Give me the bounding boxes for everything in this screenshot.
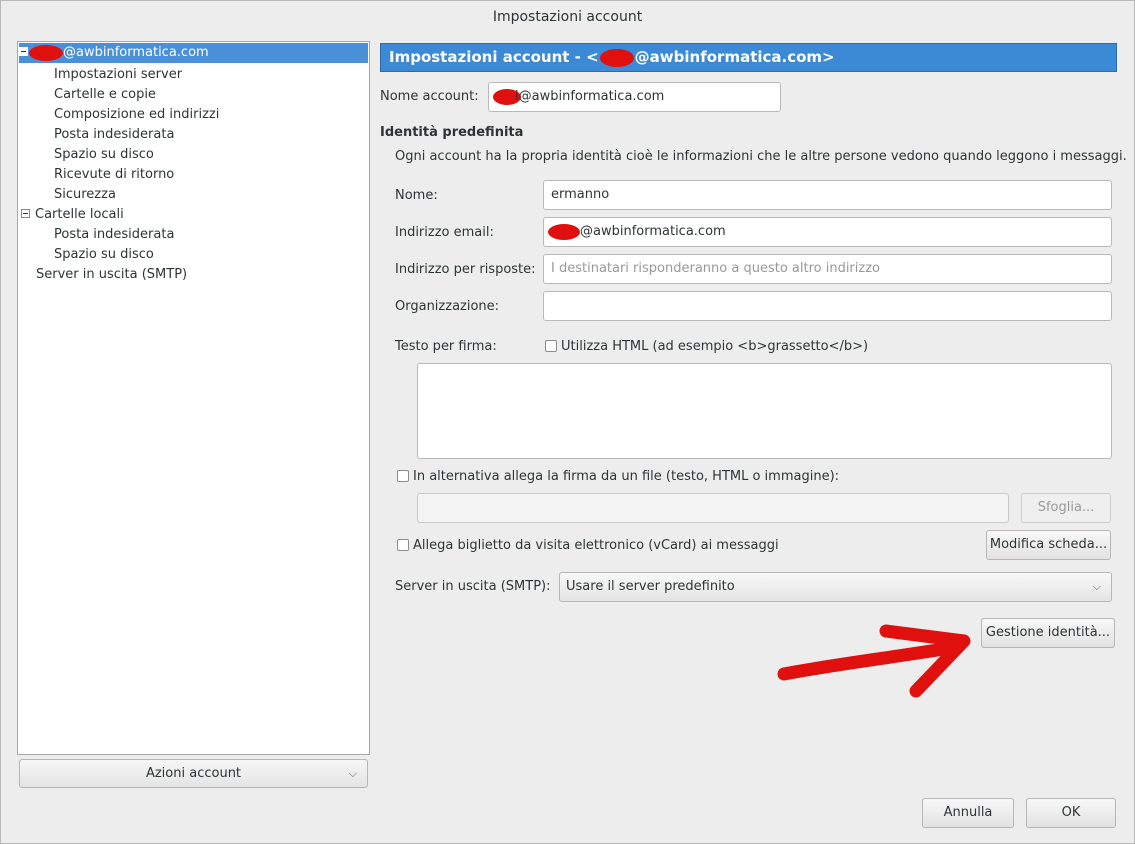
edit-card-button[interactable]: Modifica scheda... [986,530,1111,560]
account-tree[interactable]: @awbinformatica.com Impostazioni server … [17,41,370,755]
account-name-value: i@awbinformatica.com [515,89,665,104]
ok-button[interactable]: OK [1026,798,1116,828]
redaction-mark [548,223,580,240]
tree-item-local-folders-label: Cartelle locali [35,207,124,222]
email-label: Indirizzo email: [395,225,494,240]
redaction-mark [29,44,63,61]
tree-item-account[interactable]: @awbinformatica.com [19,43,368,63]
tree-item-smtp[interactable]: Server in uscita (SMTP) [36,265,187,285]
browse-button[interactable]: Sfoglia... [1021,493,1111,523]
tree-item-security[interactable]: Sicurezza [54,185,116,205]
header-suffix: @awbinformatica.com> [634,48,835,66]
account-name-label: Nome account: [380,89,479,104]
organization-input[interactable] [543,291,1112,321]
use-html-checkbox[interactable]: Utilizza HTML (ad esempio <b>grassetto</… [545,339,868,354]
attach-signature-label: In alternativa allega la firma da un fil… [413,469,840,484]
collapse-icon[interactable] [21,209,30,218]
email-value: @awbinformatica.com [580,224,726,239]
account-actions-label: Azioni account [145,766,242,781]
signature-textarea[interactable] [417,363,1112,459]
account-settings-window: Impostazioni account @awbinformatica.com… [0,0,1135,844]
tree-item-return-receipts[interactable]: Ricevute di ritorno [54,165,174,185]
checkbox-icon[interactable] [397,469,409,482]
attach-signature-checkbox[interactable]: In alternativa allega la firma da un fil… [397,469,839,484]
smtp-label: Server in uscita (SMTP): [395,579,551,594]
identity-heading: Identità predefinita [380,125,524,140]
reply-to-input[interactable]: I destinatari risponderanno a questo alt… [543,254,1112,284]
tree-item-local-folders[interactable]: Cartelle locali [21,205,124,225]
tree-item-composition[interactable]: Composizione ed indirizzi [54,105,219,125]
reply-to-label: Indirizzo per risposte: [395,262,536,277]
collapse-icon[interactable] [19,47,28,56]
identity-description: Ogni account ha la propria identità cioè… [395,149,1127,164]
tree-item-folders-copies[interactable]: Cartelle e copie [54,85,156,105]
tree-item-disk-space[interactable]: Spazio su disco [54,145,154,165]
tree-item-junk[interactable]: Posta indesiderata [54,125,174,145]
smtp-select-value: Usare il server predefinito [566,579,735,594]
chevron-down-icon: ⌵ [348,767,357,780]
tree-item-local-disk-space[interactable]: Spazio su disco [54,245,154,265]
header-prefix: Impostazioni account - < [389,48,599,66]
tree-item-local-junk[interactable]: Posta indesiderata [54,225,174,245]
redaction-mark [599,48,634,67]
tree-item-account-label: @awbinformatica.com [63,45,209,60]
page-title: Impostazioni account - < @awbinformatica.… [380,43,1117,72]
manage-identities-button[interactable]: Gestione identità... [981,618,1115,648]
red-arrow [777,624,971,698]
account-actions-button[interactable]: Azioni account ⌵ [19,759,368,788]
tree-item-server-settings[interactable]: Impostazioni server [54,65,182,85]
account-name-input[interactable]: i@awbinformatica.com [488,82,781,112]
name-label: Nome: [395,188,438,203]
organization-label: Organizzazione: [395,299,500,314]
smtp-select[interactable]: Usare il server predefinito ⌵ [559,572,1112,602]
window-title: Impostazioni account [492,9,643,25]
chevron-down-icon: ⌵ [1092,580,1101,593]
signature-label: Testo per firma: [395,339,497,354]
vcard-label: Allega biglietto da visita elettronico (… [413,538,779,553]
name-input[interactable]: ermanno [543,180,1112,210]
checkbox-icon[interactable] [545,339,557,352]
use-html-label: Utilizza HTML (ad esempio <b>grassetto</… [561,339,869,354]
vcard-checkbox[interactable]: Allega biglietto da visita elettronico (… [397,538,779,553]
checkbox-icon[interactable] [397,538,409,551]
email-input[interactable]: @awbinformatica.com [543,217,1112,247]
cancel-button[interactable]: Annulla [922,798,1014,828]
signature-file-input[interactable] [417,493,1009,523]
